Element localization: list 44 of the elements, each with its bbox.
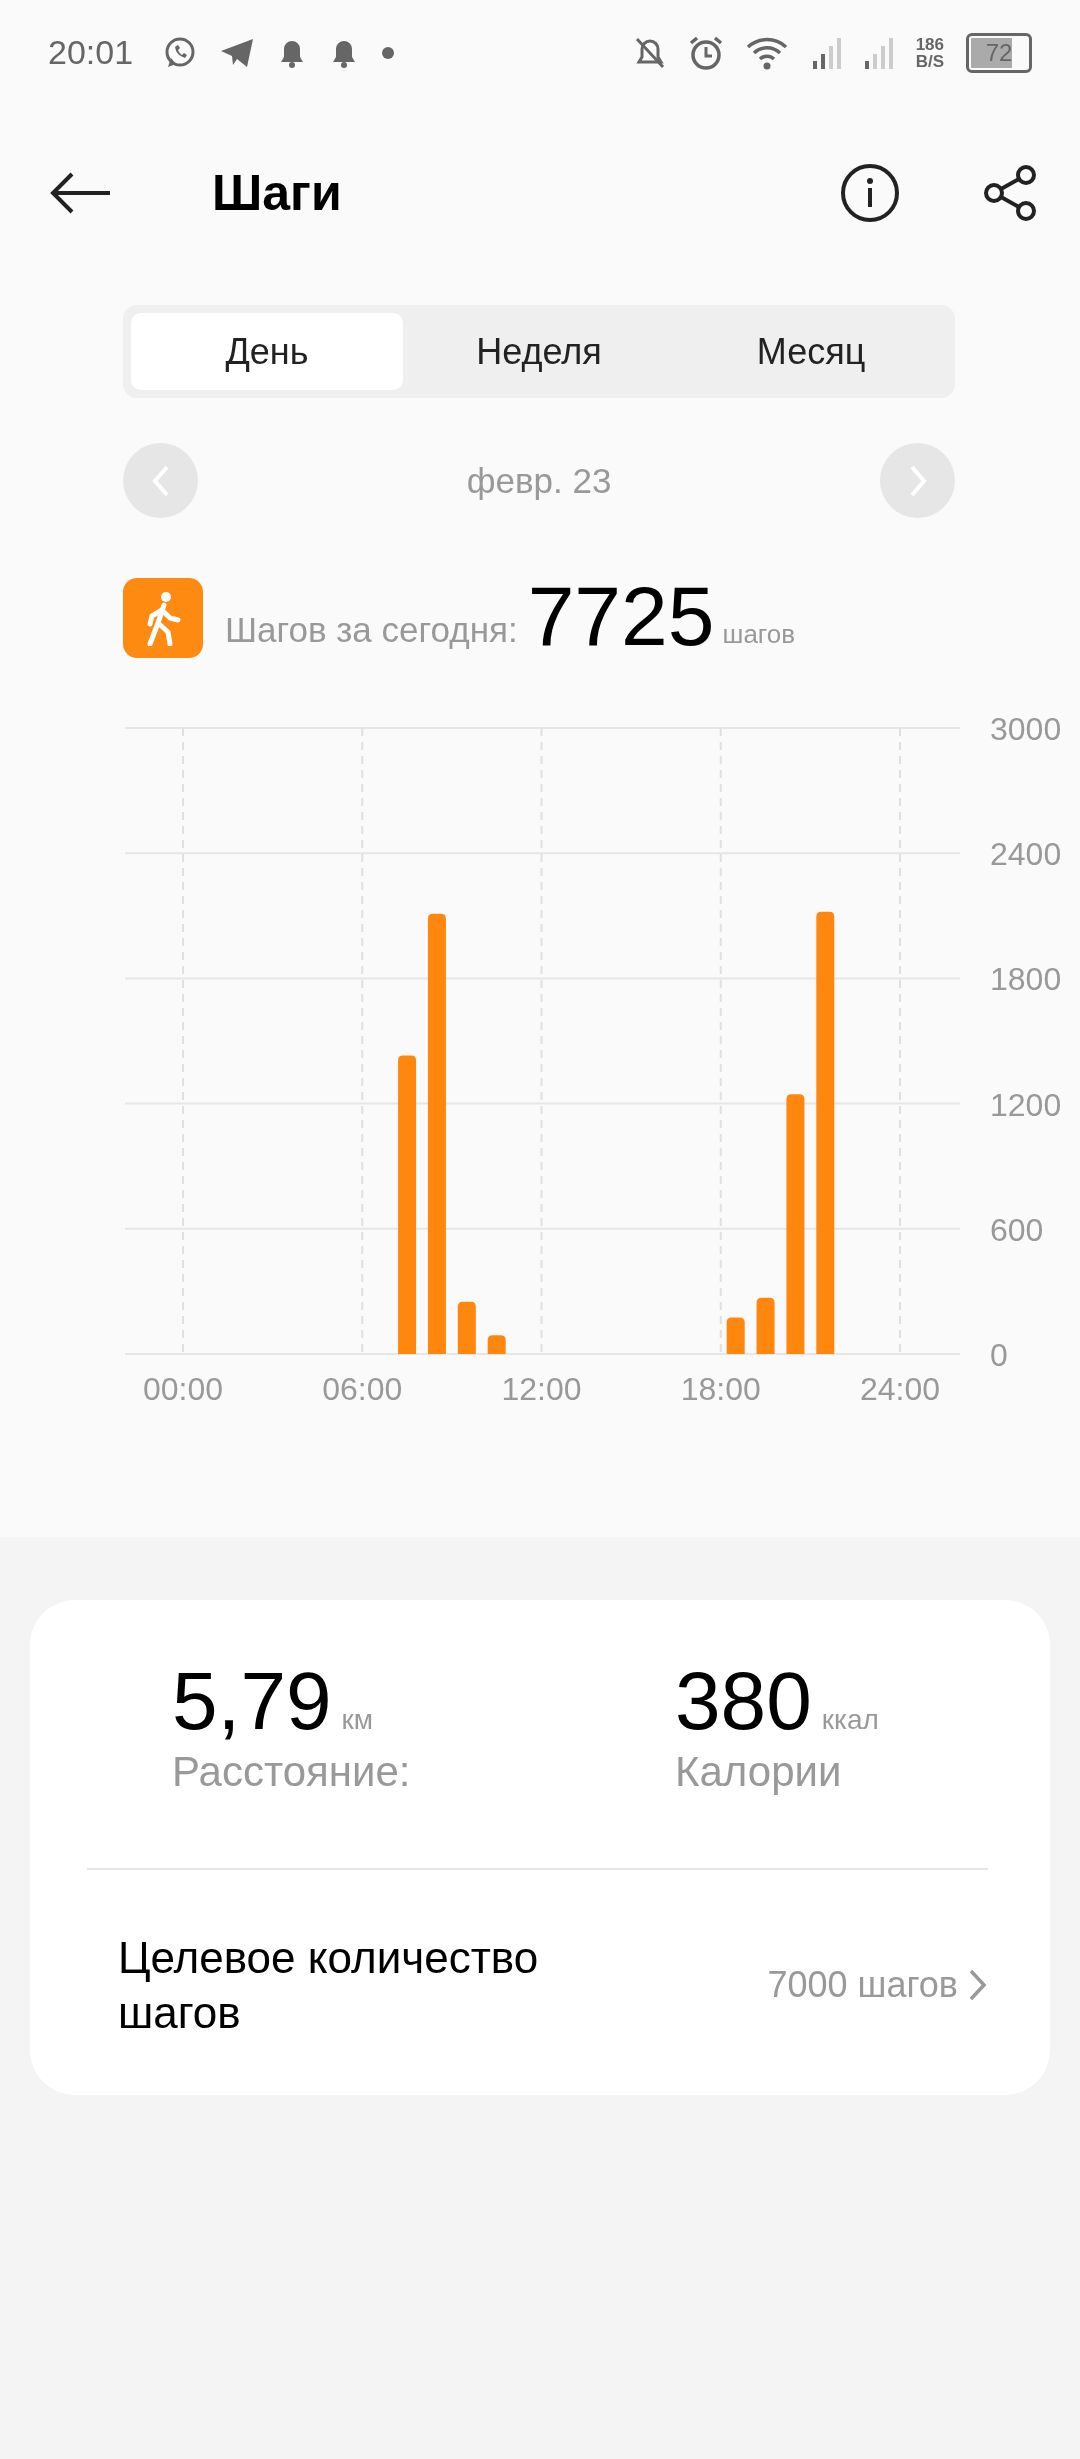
- axis-label: 600: [990, 1211, 1044, 1248]
- steps-label: Шагов за сегодня:: [225, 610, 518, 650]
- axis-label: 3000: [990, 711, 1062, 747]
- chart-bar: [726, 1317, 745, 1354]
- axis-label: 2400: [990, 836, 1062, 873]
- signal-icon: [863, 36, 894, 69]
- send-icon: [219, 36, 256, 69]
- alarm-icon: [687, 34, 724, 71]
- date-label: февр. 23: [465, 460, 613, 501]
- battery-indicator: 72: [966, 32, 1032, 73]
- network-unit: B/S: [915, 52, 944, 70]
- axis-label: 00:00: [142, 1371, 224, 1407]
- walking-icon: [123, 578, 203, 658]
- steps-count: 7725: [527, 574, 715, 658]
- signal-icon: [811, 36, 842, 69]
- dot-icon: [381, 45, 396, 60]
- info-icon[interactable]: [840, 162, 900, 223]
- page-title: Шаги: [212, 163, 343, 222]
- axis-label: 18:00: [680, 1371, 761, 1407]
- axis-label: 1200: [990, 1086, 1062, 1123]
- goal-label: Целевое количество шагов: [118, 1932, 540, 2039]
- stat-label: Калории: [675, 1748, 843, 1796]
- axis-label: 12:00: [501, 1371, 582, 1407]
- stat-label: Расстояние:: [172, 1748, 412, 1796]
- period-tab[interactable]: Неделя: [403, 313, 675, 390]
- chart-bar: [756, 1297, 775, 1354]
- chart-bar: [457, 1301, 476, 1354]
- axis-label: 1800: [990, 961, 1062, 998]
- period-tab[interactable]: День: [131, 313, 403, 390]
- muted-bell-icon: [633, 35, 666, 70]
- steps-unit: шагов: [722, 619, 796, 650]
- chevron-right-icon: [968, 1968, 988, 2002]
- clock: 20:01: [48, 33, 134, 72]
- axis-label: 06:00: [322, 1371, 403, 1407]
- stat-value: 5,79: [172, 1660, 332, 1742]
- chart-bar: [487, 1335, 506, 1354]
- axis-label: 0: [990, 1337, 1008, 1373]
- stat-value: 380: [675, 1660, 812, 1742]
- network-speed: 186: [915, 35, 944, 53]
- axis-label: 24:00: [859, 1371, 941, 1407]
- stat-unit: ккал: [821, 1704, 879, 1736]
- period-tab[interactable]: Месяц: [675, 313, 947, 390]
- back-icon[interactable]: [50, 170, 112, 215]
- stat-unit: км: [341, 1704, 374, 1736]
